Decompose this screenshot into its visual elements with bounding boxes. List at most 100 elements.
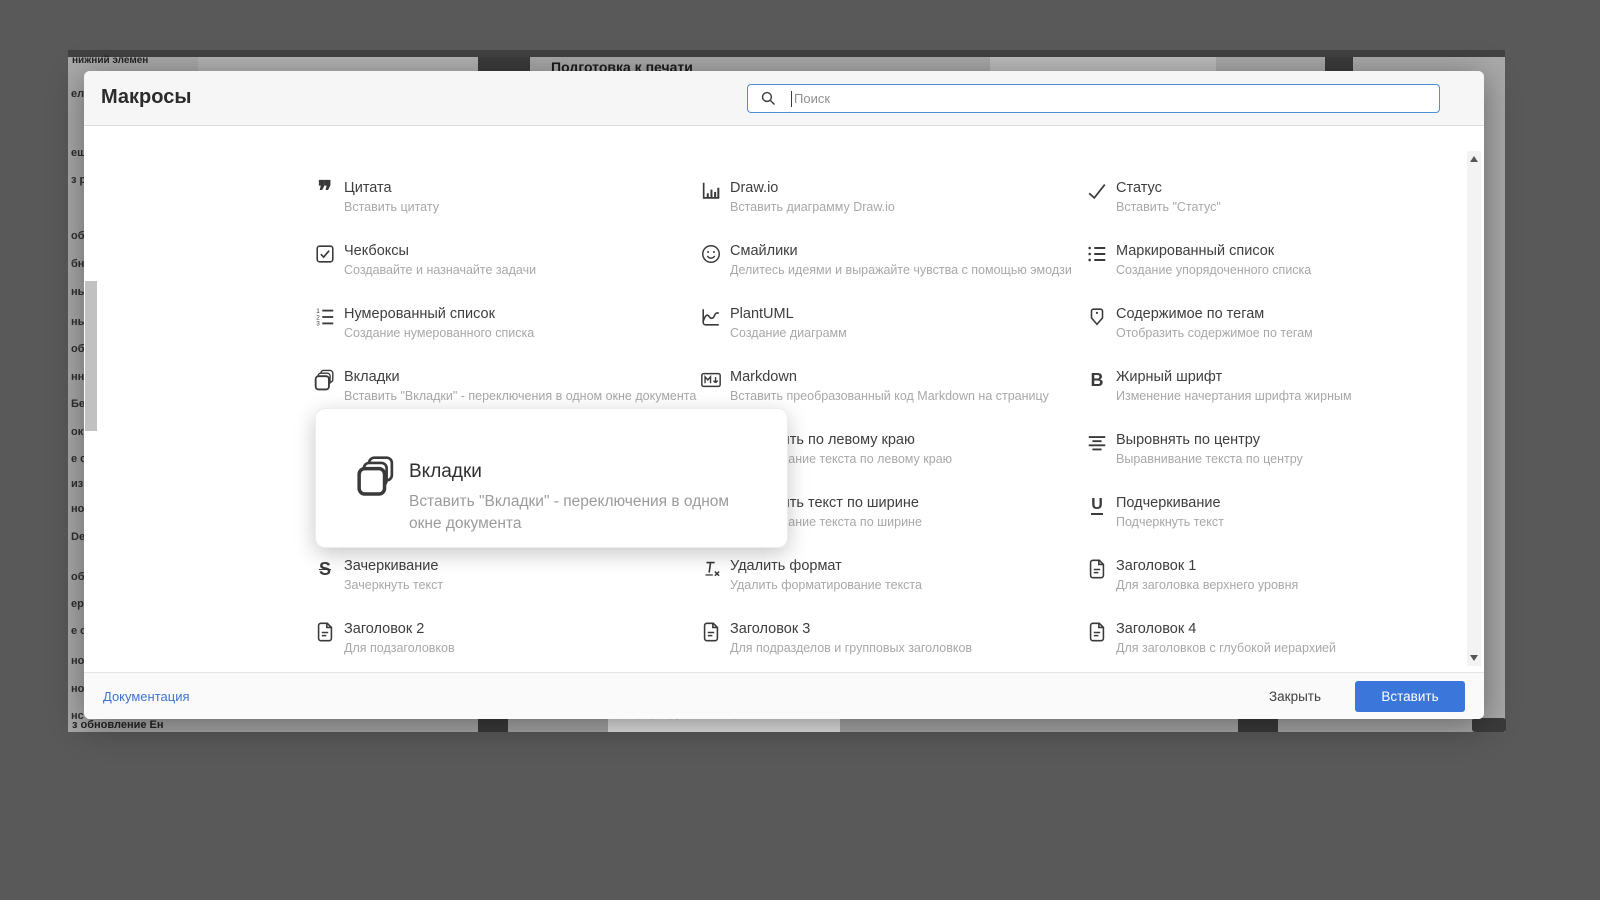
macro-title: Заголовок 1 xyxy=(1116,558,1197,574)
scroll-down-arrow-icon[interactable] xyxy=(1470,655,1478,661)
macro-item[interactable]: PlantUML Создание диаграмм xyxy=(699,298,1085,361)
background-toolbar xyxy=(68,50,1505,57)
macro-item[interactable]: Маркированный список Создание упорядоченн… xyxy=(1085,235,1471,298)
strikethrough-icon: S xyxy=(318,558,331,579)
macro-item[interactable]: S Зачеркивание Зачеркнуть текст xyxy=(313,550,699,613)
macro-desc: Подчеркнуть текст xyxy=(1116,515,1224,529)
macro-title: Чекбоксы xyxy=(344,243,409,259)
macro-title: Заголовок 4 xyxy=(1116,621,1197,637)
text-cursor xyxy=(791,91,792,107)
remove-format-icon xyxy=(699,557,723,581)
macro-item[interactable]: B Жирный шрифт Изменение начертания шрифта… xyxy=(1085,361,1471,424)
scrollbar[interactable] xyxy=(1467,151,1481,666)
scrollbar-thumb[interactable] xyxy=(85,281,97,431)
macro-desc: Удалить форматирование текста xyxy=(730,578,922,592)
macro-item[interactable]: Draw.io Вставить диаграмму Draw.io xyxy=(699,172,1085,235)
macro-item[interactable]: Заголовок 4 Для заголовков с глубокой иер… xyxy=(1085,613,1471,672)
search-input[interactable] xyxy=(747,84,1440,113)
macro-desc: Для заголовков с глубокой иерархией xyxy=(1116,641,1336,655)
macros-dialog: Макросы ❞ Цитата Вставить цитату Draw.io Вст… xyxy=(84,71,1484,719)
background-block xyxy=(1238,718,1278,732)
macro-desc: Для подразделов и групповых заголовков xyxy=(730,641,973,655)
macro-desc: Создавайте и назначайте задачи xyxy=(344,263,537,277)
macro-desc: Изменение начертания шрифта жирным xyxy=(1116,389,1352,403)
macro-title: Маркированный список xyxy=(1116,243,1275,259)
macro-item[interactable]: 1 2 3 Нумерованный список Создание нумерован… xyxy=(313,298,699,361)
background-block xyxy=(1472,718,1506,732)
align-center-icon xyxy=(1085,431,1109,455)
insert-button[interactable]: Вставить xyxy=(1355,680,1465,712)
macro-desc: Для заголовка верхнего уровня xyxy=(1116,578,1299,592)
macro-item[interactable]: U Подчеркивание Подчеркнуть текст xyxy=(1085,487,1471,550)
macro-item[interactable]: ❞ Цитата Вставить цитату xyxy=(313,172,699,235)
tooltip-title: Вкладки xyxy=(409,461,482,482)
macro-desc: Создание диаграмм xyxy=(730,326,847,340)
scroll-up-arrow-icon[interactable] xyxy=(1470,156,1478,162)
tabs-icon xyxy=(356,455,398,497)
macro-title: Смайлики xyxy=(730,243,798,259)
dialog-footer: Документация Закрыть Вставить xyxy=(84,672,1484,719)
macro-item[interactable]: Заголовок 3 Для подразделов и групповых з… xyxy=(699,613,1085,672)
bg-text-fragment: но xyxy=(71,503,85,515)
macro-desc: Зачеркнуть текст xyxy=(344,578,444,592)
page-title: Макросы xyxy=(101,86,192,108)
bg-text-fragment: бн xyxy=(71,258,85,270)
macro-title: PlantUML xyxy=(730,306,794,322)
macro-title: Жирный шрифт xyxy=(1116,369,1223,385)
quote-icon: ❞ xyxy=(317,176,333,206)
macro-title: Цитата xyxy=(344,180,392,196)
macro-item[interactable]: Чекбоксы Создавайте и назначайте задачи xyxy=(313,235,699,298)
bg-text-fragment: De xyxy=(71,531,86,543)
search-icon xyxy=(761,91,775,105)
macro-item[interactable]: Удалить формат Удалить форматирование тек… xyxy=(699,550,1085,613)
doc-icon xyxy=(699,620,723,644)
bold-icon: B xyxy=(1090,369,1104,390)
bg-text-fragment: ер xyxy=(71,598,84,610)
macro-tooltip: Вкладки Вставить "Вкладки" - переключени… xyxy=(315,408,788,548)
macro-item[interactable]: Статус Вставить "Статус" xyxy=(1085,172,1471,235)
macro-title: Заголовок 3 xyxy=(730,621,811,637)
macro-item[interactable]: Содержимое по тегам Отобразить содержимое… xyxy=(1085,298,1471,361)
barchart-icon xyxy=(699,179,723,203)
bullet-list-icon xyxy=(1085,242,1109,266)
dialog-header: Макросы xyxy=(84,71,1484,126)
macro-item[interactable]: Заголовок 2 Для подзаголовков xyxy=(313,613,699,672)
desktop-background: параметр 'Вид выбор' установленного в ве… xyxy=(0,0,1600,900)
macro-desc: Вставить преобразованный код Markdown на… xyxy=(730,389,1049,403)
macro-desc: Создание упорядоченного списка xyxy=(1116,263,1312,277)
macro-desc: Делитесь идеями и выражайте чувства с по… xyxy=(730,263,1072,277)
doc-icon xyxy=(1085,557,1109,581)
macro-title: Выровнять по центру xyxy=(1116,432,1260,448)
underline-icon: U xyxy=(1085,494,1109,518)
macro-title: Вкладки xyxy=(344,369,400,385)
macro-desc: Вставить "Вкладки" - переключения в одно… xyxy=(344,389,697,403)
macro-item[interactable]: Смайлики Делитесь идеями и выражайте чувс… xyxy=(699,235,1085,298)
macro-title: Статус xyxy=(1116,180,1162,196)
documentation-link[interactable]: Документация xyxy=(103,689,190,704)
bg-text-fragment: Бе xyxy=(71,398,86,410)
markdown-icon xyxy=(699,368,723,392)
macro-item[interactable]: Выровнять по центру Выравнивание текста п… xyxy=(1085,424,1471,487)
macro-list-container: ❞ Цитата Вставить цитату Draw.io Вставить ди… xyxy=(84,127,1484,672)
bg-text-fragment: нн xyxy=(71,371,85,383)
close-button[interactable]: Закрыть xyxy=(1263,688,1327,705)
bg-text-fragment: об xyxy=(71,571,85,583)
plantuml-icon xyxy=(699,305,723,329)
macro-title: Нумерованный список xyxy=(344,306,495,322)
doc-icon xyxy=(313,620,337,644)
macro-desc: Создание нумерованного списка xyxy=(344,326,535,340)
macro-title: Зачеркивание xyxy=(344,558,439,574)
checkmark-icon xyxy=(1085,179,1109,203)
doc-icon xyxy=(1085,620,1109,644)
macro-desc: Вставить диаграмму Draw.io xyxy=(730,200,895,214)
macro-desc: Для подзаголовков xyxy=(344,641,455,655)
bg-text-fragment: нь xyxy=(71,286,85,298)
macro-item[interactable]: Заголовок 1 Для заголовка верхнего уровня xyxy=(1085,550,1471,613)
tooltip-description: Вставить "Вкладки" - переключения в одно… xyxy=(409,493,730,532)
numbered-list-icon: 123 xyxy=(313,305,337,329)
macro-title: Удалить формат xyxy=(730,558,842,574)
macro-desc: Выравнивание текста по центру xyxy=(1116,452,1303,466)
tag-icon xyxy=(1085,305,1109,329)
macro-title: Подчеркивание xyxy=(1116,495,1221,511)
macro-desc: Вставить цитату xyxy=(344,200,439,214)
